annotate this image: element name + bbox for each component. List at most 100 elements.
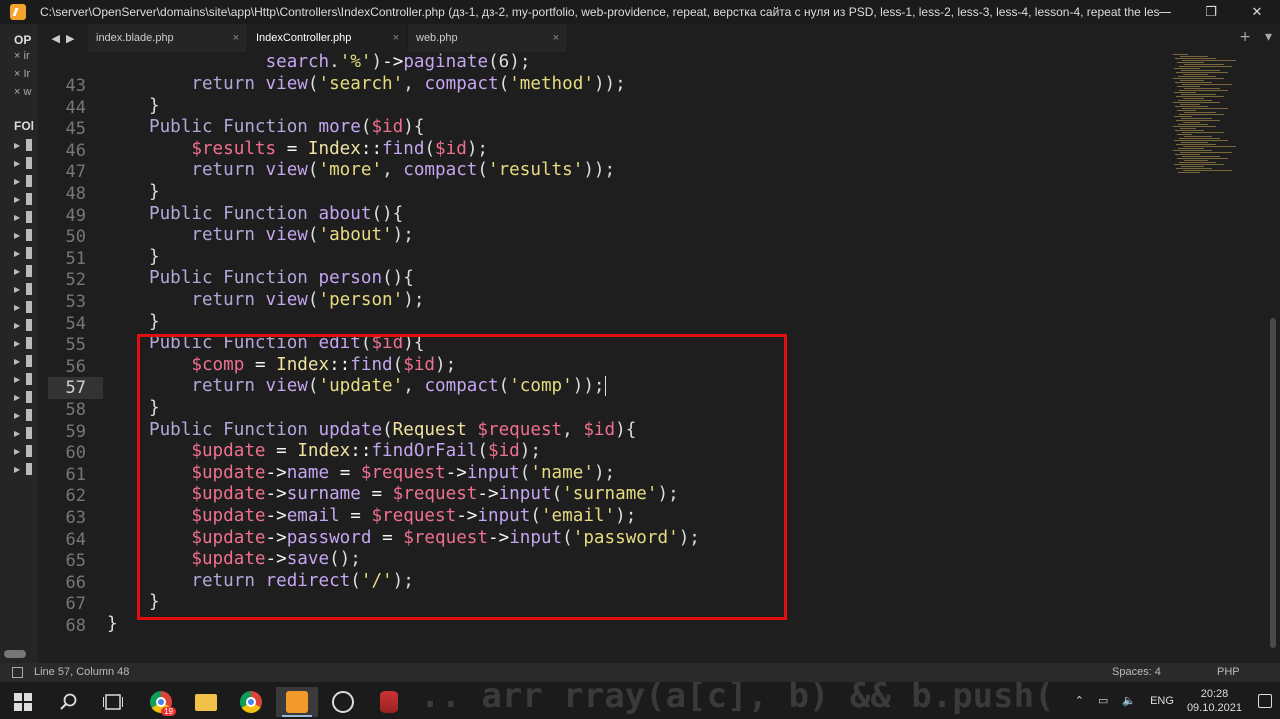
sidebar-folder[interactable]: ▶ (0, 154, 38, 172)
chevron-right-icon[interactable]: ▶ (14, 303, 26, 312)
minimap-line (1173, 102, 1220, 103)
sidebar-folder[interactable]: ▶ (0, 388, 38, 406)
chrome-profile-icon[interactable] (230, 687, 272, 717)
sublime-text-taskbar-icon[interactable] (276, 687, 318, 717)
chevron-right-icon[interactable]: ▶ (14, 159, 26, 168)
tab-forward-icon[interactable]: ▶ (66, 32, 74, 45)
notifications-icon[interactable] (1258, 693, 1272, 708)
close-icon[interactable]: × (14, 86, 20, 98)
close-icon[interactable]: × (14, 68, 20, 80)
chevron-right-icon[interactable]: ▶ (14, 465, 26, 474)
code-line[interactable]: return view('more', compact('results')); (149, 160, 615, 180)
code-line[interactable]: return view('about'); (149, 225, 413, 245)
chevron-right-icon[interactable]: ▶ (14, 393, 26, 402)
folder-icon (26, 265, 32, 277)
code-line[interactable]: return view('person'); (149, 290, 424, 310)
sidebar-folder[interactable]: ▶ (0, 370, 38, 388)
chrome-icon[interactable]: 19 (140, 687, 182, 717)
close-icon[interactable]: × (393, 32, 399, 44)
tab-web[interactable]: web.php × (408, 24, 568, 52)
minimap-line (1173, 78, 1224, 79)
tab-index-blade[interactable]: index.blade.php × (88, 24, 248, 52)
close-icon[interactable]: × (14, 50, 20, 62)
chevron-right-icon[interactable]: ▶ (14, 267, 26, 276)
chevron-right-icon[interactable]: ▶ (14, 195, 26, 204)
minimize-button[interactable]: — (1142, 0, 1188, 24)
code-line[interactable]: Public Function person(){ (149, 268, 414, 288)
chevron-down-icon[interactable]: ▾ (1265, 29, 1272, 45)
sidebar-folder[interactable]: ▶ (0, 406, 38, 424)
sidebar-folder[interactable]: ▶ (0, 352, 38, 370)
code-line[interactable]: } (149, 247, 160, 267)
syntax-setting[interactable]: PHP (1217, 666, 1240, 678)
chevron-right-icon[interactable]: ▶ (14, 177, 26, 186)
clock[interactable]: 20:28 09.10.2021 (1187, 687, 1242, 715)
sidebar-folder[interactable]: ▶ (0, 262, 38, 280)
cursor-position[interactable]: Line 57, Column 48 (34, 666, 129, 678)
chevron-right-icon[interactable]: ▶ (14, 213, 26, 222)
tab-index-controller[interactable]: IndexController.php × (248, 24, 408, 52)
open-file-item[interactable]: × ir (0, 50, 38, 68)
code-line[interactable]: $results = Index::find($id); (149, 139, 488, 159)
chevron-right-icon[interactable]: ▶ (14, 249, 26, 258)
sidebar-folder[interactable]: ▶ (0, 226, 38, 244)
sidebar-folder[interactable]: ▶ (0, 190, 38, 208)
line-number: 50 (65, 227, 86, 248)
close-button[interactable]: ✕ (1234, 0, 1280, 24)
sidebar-folder[interactable]: ▶ (0, 208, 38, 226)
sidebar-folder[interactable]: ▶ (0, 316, 38, 334)
task-view-icon[interactable] (92, 687, 134, 717)
network-icon[interactable]: ▭ (1098, 694, 1108, 707)
sidebar-folder[interactable]: ▶ (0, 172, 38, 190)
chevron-right-icon[interactable]: ▶ (14, 429, 26, 438)
file-explorer-icon[interactable] (185, 687, 227, 717)
chevron-right-icon[interactable]: ▶ (14, 285, 26, 294)
code-line[interactable]: Public Function more($id){ (149, 117, 424, 137)
sidebar-folder[interactable]: ▶ (0, 334, 38, 352)
chevron-right-icon[interactable]: ▶ (14, 141, 26, 150)
search-icon[interactable] (48, 687, 90, 717)
sidebar-folder[interactable]: ▶ (0, 442, 38, 460)
sidebar-folder[interactable]: ▶ (0, 298, 38, 316)
sidebar-folder[interactable]: ▶ (0, 244, 38, 262)
open-server-icon[interactable] (322, 687, 364, 717)
language-indicator[interactable]: ENG (1150, 695, 1174, 707)
sidebar-scrollbar[interactable] (4, 650, 26, 658)
line-number: 43 (65, 76, 86, 96)
code-line[interactable]: } (149, 96, 160, 116)
open-file-item[interactable]: × Ir (0, 68, 38, 86)
code-line[interactable]: return view('search', compact('method'))… (149, 74, 625, 94)
open-file-item[interactable]: × w (0, 86, 38, 104)
chevron-right-icon[interactable]: ▶ (14, 231, 26, 240)
code-line[interactable]: } (149, 312, 160, 332)
windows-start-icon[interactable] (2, 687, 44, 717)
indentation-setting[interactable]: Spaces: 4 (1112, 666, 1161, 678)
chevron-right-icon[interactable]: ▶ (14, 411, 26, 420)
chevron-right-icon[interactable]: ▶ (14, 375, 26, 384)
database-icon[interactable] (368, 687, 410, 717)
panel-toggle-icon[interactable] (12, 667, 23, 678)
code-line[interactable]: } (149, 182, 160, 202)
folder-icon (26, 463, 32, 475)
code-line[interactable]: Public Function about(){ (149, 204, 403, 224)
sidebar-folder[interactable]: ▶ (0, 280, 38, 298)
code-editor[interactable]: 43 44 45 46 47 48 49 50 51 52 53 54 55 56 57 58 59 60 61 62… (38, 52, 1280, 656)
code-line-partial[interactable]: search.'%')->paginate(6); (266, 52, 531, 72)
tab-back-icon[interactable]: ◀ (52, 32, 60, 45)
code-line[interactable]: } (107, 614, 118, 634)
sidebar-folder[interactable]: ▶ (0, 460, 38, 478)
sidebar-folder[interactable]: ▶ (0, 136, 38, 154)
new-tab-icon[interactable]: + (1239, 29, 1251, 45)
volume-icon[interactable]: 🔈 (1122, 694, 1136, 707)
minimap[interactable] (1173, 52, 1268, 182)
chevron-right-icon[interactable]: ▶ (14, 321, 26, 330)
chevron-right-icon[interactable]: ▶ (14, 447, 26, 456)
vertical-scrollbar[interactable] (1270, 318, 1276, 648)
close-icon[interactable]: × (233, 32, 239, 44)
tray-chevron-icon[interactable]: ⌃ (1075, 694, 1084, 707)
sidebar-folder[interactable]: ▶ (0, 424, 38, 442)
close-icon[interactable]: × (553, 32, 559, 44)
maximize-button[interactable]: ❐ (1188, 0, 1234, 24)
chevron-right-icon[interactable]: ▶ (14, 339, 26, 348)
chevron-right-icon[interactable]: ▶ (14, 357, 26, 366)
